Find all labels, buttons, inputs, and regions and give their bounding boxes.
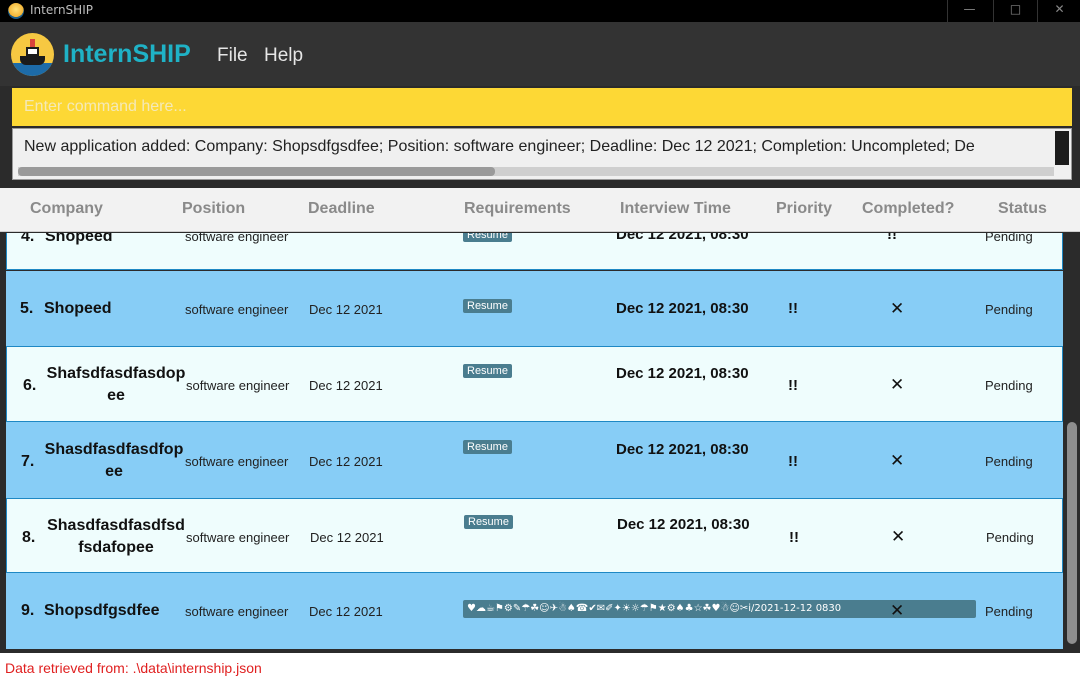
row-index: 5.	[20, 300, 34, 317]
row-interview-time: Dec 12 2021, 08:30	[617, 516, 750, 533]
list-item[interactable]: 8. Shasdfasdfasdfsd fsdafopee software e…	[6, 498, 1063, 573]
result-vertical-scrollbar[interactable]	[1055, 131, 1069, 165]
row-company: Shasdfasdfasdfop ee	[44, 441, 184, 480]
list-item[interactable]: 7. Shasdfasdfasdfop ee software engineer…	[6, 422, 1063, 498]
row-position: software engineer	[185, 454, 289, 469]
row-company: Shafsdfasdfasdop ee	[46, 365, 186, 404]
row-interview-time: Dec 12 2021, 08:30	[616, 300, 749, 317]
title-bar: InternSHIP — □ ✕	[0, 0, 1080, 22]
header-requirements: Requirements	[464, 200, 571, 217]
row-position: software engineer	[185, 302, 289, 317]
result-scroll-thumb[interactable]	[18, 167, 495, 176]
app-window: InternSHIP — □ ✕ InternSHIP File Help Ne…	[0, 0, 1080, 681]
requirement-tag: Resume	[463, 299, 512, 313]
command-input[interactable]	[12, 88, 1072, 126]
header-priority: Priority	[776, 200, 833, 217]
header-deadline: Deadline	[308, 200, 375, 217]
window-title: InternSHIP	[30, 3, 93, 17]
menu-file[interactable]: File	[217, 45, 248, 67]
row-index: 8.	[22, 529, 36, 546]
requirement-tag: Resume	[463, 440, 512, 454]
completed-cross-icon: ✕	[890, 375, 905, 395]
completed-cross-icon: ✕	[890, 451, 905, 471]
row-interview-time: Dec 12 2021, 08:30	[616, 441, 749, 458]
row-position: software engineer	[186, 530, 290, 545]
row-company: Shopeed	[44, 300, 112, 317]
list-item[interactable]: 6. Shafsdfasdfasdop ee software engineer…	[6, 346, 1063, 422]
top-bar: InternSHIP File Help	[0, 22, 1080, 86]
ship-logo-icon	[11, 33, 54, 76]
row-priority: !!	[788, 377, 798, 394]
completed-cross-icon: ✕	[891, 527, 906, 547]
row-position: software engineer	[186, 378, 290, 393]
app-icon	[8, 3, 24, 19]
row-priority: !!	[788, 300, 798, 317]
status-bar: Data retrieved from: .\data\internship.j…	[0, 653, 1080, 681]
list-item[interactable]: 4. Shopeed software engineer Resume Dec …	[6, 233, 1063, 270]
header-position: Position	[182, 200, 246, 217]
close-button[interactable]: ✕	[1037, 0, 1080, 22]
row-deadline: Dec 12 2021	[310, 530, 384, 545]
header-company: Company	[30, 200, 103, 217]
maximize-button[interactable]: □	[993, 0, 1037, 22]
row-priority: !!	[789, 529, 799, 546]
result-display[interactable]: New application added: Company: Shopsdfg…	[12, 128, 1072, 180]
row-status: Pending	[985, 604, 1033, 619]
table-header: Company Position Deadline Requirements I…	[0, 188, 1080, 232]
command-box	[12, 88, 1072, 126]
row-interview-time: Dec 12 2021, 08:30	[616, 233, 749, 243]
row-status: Pending	[985, 233, 1033, 244]
row-status: Pending	[985, 302, 1033, 317]
app-name: InternSHIP	[63, 40, 191, 68]
row-deadline: Dec 12 2021	[309, 302, 383, 317]
row-index: 4.	[21, 233, 35, 245]
row-deadline: Dec 12 2021	[309, 454, 383, 469]
header-status: Status	[998, 200, 1047, 217]
application-list[interactable]: 4. Shopeed software engineer Resume Dec …	[0, 233, 1080, 651]
row-company: Shasdfasdfasdfsd fsdafopee	[47, 517, 185, 556]
result-horizontal-scrollbar[interactable]	[18, 167, 1054, 176]
row-deadline: Dec 12 2021	[309, 604, 383, 619]
row-company: Shopeed	[45, 233, 113, 245]
completed-cross-icon: ✕	[890, 299, 905, 319]
requirement-tag: Resume	[464, 515, 513, 529]
requirement-tag: Resume	[463, 364, 512, 378]
row-status: Pending	[985, 378, 1033, 393]
row-priority: !!	[788, 453, 798, 470]
row-position: software engineer	[185, 233, 289, 244]
row-status: Pending	[986, 530, 1034, 545]
row-interview-time: Dec 12 2021, 08:30	[616, 365, 749, 382]
menu-help[interactable]: Help	[264, 45, 303, 67]
list-item[interactable]: 5. Shopeed software engineer Dec 12 2021…	[6, 271, 1063, 346]
row-index: 7.	[21, 453, 35, 470]
row-index: 9.	[21, 602, 35, 619]
header-interview-time: Interview Time	[620, 200, 731, 217]
minimize-button[interactable]: —	[947, 0, 991, 22]
row-priority: !!	[887, 233, 897, 243]
result-text: New application added: Company: Shopsdfg…	[24, 138, 975, 155]
requirement-tag: Resume	[463, 233, 512, 242]
list-scroll-thumb[interactable]	[1067, 422, 1077, 644]
header-completed: Completed?	[862, 200, 955, 217]
row-company: Shopsdfgsdfee	[44, 602, 160, 619]
row-deadline: Dec 12 2021	[309, 378, 383, 393]
row-index: 6.	[23, 377, 37, 394]
status-file-path: Data retrieved from: .\data\internship.j…	[5, 660, 262, 676]
row-status: Pending	[985, 454, 1033, 469]
completed-cross-icon: ✕	[890, 601, 905, 621]
list-item[interactable]: 9. Shopsdfgsdfee software engineer Dec 1…	[6, 573, 1063, 649]
row-position: software engineer	[185, 604, 289, 619]
